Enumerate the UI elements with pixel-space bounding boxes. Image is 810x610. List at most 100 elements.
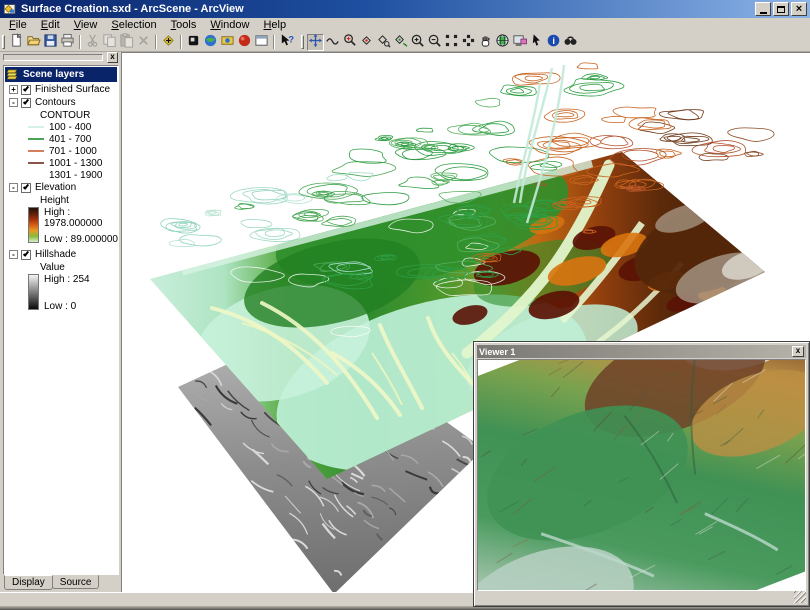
legend-class-row: 401 - 700 — [4, 133, 118, 145]
legend-class-row: 701 - 1000 — [4, 145, 118, 157]
ramp-labels: High : 1978.000000 Low : 89.000000 — [44, 207, 118, 245]
arccatalog-button[interactable] — [202, 34, 219, 51]
paste-button[interactable] — [118, 34, 135, 51]
save-button[interactable] — [42, 34, 59, 51]
identify-icon: i — [546, 33, 561, 51]
cut-button[interactable] — [84, 34, 101, 51]
layer-checkbox[interactable] — [21, 250, 31, 260]
delete-icon — [136, 33, 151, 51]
menu-selection[interactable]: Selection — [104, 19, 163, 32]
layer-label[interactable]: Hillshade — [35, 249, 76, 260]
zoom-to-target-button[interactable] — [375, 34, 392, 51]
paste-icon — [119, 33, 134, 51]
menu-tools[interactable]: Tools — [164, 19, 204, 32]
collapse-icon[interactable]: - — [9, 183, 18, 192]
legend-line-swatch — [28, 162, 44, 164]
fixed-zoom-out-button[interactable] — [426, 34, 443, 51]
tab-display[interactable]: Display — [4, 575, 53, 590]
ramp-low-label: Low : 89.000000 — [44, 234, 118, 245]
close-button[interactable]: × — [791, 2, 807, 16]
find-icon — [563, 33, 578, 51]
legend-class-label: 1301 - 1900 — [49, 170, 102, 181]
collapse-icon[interactable]: - — [9, 98, 18, 107]
toc-toolbar-strip[interactable] — [3, 54, 103, 61]
title-bar[interactable]: Surface Creation.sxd - ArcScene - ArcVie… — [0, 0, 810, 18]
zoom-to-selected-button[interactable] — [460, 34, 477, 51]
window-title: Surface Creation.sxd - ArcScene - ArcVie… — [21, 3, 753, 15]
toolbar-separator — [273, 35, 275, 49]
find-button[interactable] — [562, 34, 579, 51]
arctoolbox-button[interactable] — [236, 34, 253, 51]
identify-button[interactable]: i — [545, 34, 562, 51]
viewer-content[interactable] — [477, 359, 806, 591]
toc-close-button[interactable]: x — [107, 52, 118, 63]
globe-view-button[interactable] — [494, 34, 511, 51]
layer-checkbox[interactable] — [21, 183, 31, 193]
menu-edit[interactable]: Edit — [34, 19, 67, 32]
navigate-icon — [308, 33, 323, 51]
layer-field-label: CONTOUR — [4, 109, 118, 121]
color-ramp — [28, 207, 39, 243]
toc-dock: x Scene layers + Finished Surface - Contours… — [0, 52, 121, 592]
viewer-title-bar[interactable]: Viewer 1 x — [477, 345, 806, 358]
toolbar-grip[interactable] — [301, 35, 304, 49]
navigation-toolbar: i — [307, 34, 579, 51]
ramp-high-label: High : 254 — [44, 274, 90, 285]
copy-button[interactable] — [101, 34, 118, 51]
delete-button[interactable] — [135, 34, 152, 51]
legend-ramp-row: High : 1978.000000 Low : 89.000000 — [4, 207, 118, 247]
fly-button[interactable] — [324, 34, 341, 51]
menu-help[interactable]: Help — [256, 19, 293, 32]
viewer-map — [478, 360, 806, 590]
tab-source[interactable]: Source — [52, 575, 100, 589]
select-features-button[interactable] — [528, 34, 545, 51]
whats-this-button[interactable]: ? — [278, 34, 295, 51]
layer-label[interactable]: Contours — [35, 97, 76, 108]
command-line-button[interactable] — [253, 34, 270, 51]
navigate-button[interactable] — [307, 34, 324, 51]
full-extent-button[interactable] — [443, 34, 460, 51]
arcmap-button[interactable] — [219, 34, 236, 51]
legend-line-swatch — [28, 138, 44, 140]
ramp-high-label: High : 1978.000000 — [44, 207, 118, 229]
new-document-button[interactable] — [8, 34, 25, 51]
minimize-button[interactable] — [755, 2, 771, 16]
fixed-zoom-in-button[interactable] — [409, 34, 426, 51]
add-viewer-button[interactable] — [511, 34, 528, 51]
cut-icon — [85, 33, 100, 51]
toc-layer-finished-surface: + Finished Surface — [4, 83, 118, 96]
layer-label[interactable]: Elevation — [35, 182, 76, 193]
zoom-to-selected-icon — [461, 33, 476, 51]
legend-class-row: 100 - 400 — [4, 121, 118, 133]
viewer-close-button[interactable]: x — [792, 346, 804, 357]
open-folder-icon — [26, 33, 41, 51]
menu-view[interactable]: View — [67, 19, 105, 32]
set-observer-button[interactable] — [392, 34, 409, 51]
pan-button[interactable] — [477, 34, 494, 51]
layer-checkbox[interactable] — [21, 85, 31, 95]
add-data-icon — [161, 33, 176, 51]
open-folder-button[interactable] — [25, 34, 42, 51]
full-extent-icon — [444, 33, 459, 51]
layer-checkbox[interactable] — [21, 98, 31, 108]
toc-root-node[interactable]: Scene layers — [5, 67, 117, 82]
toolbar-separator — [155, 35, 157, 49]
toolbar-grip[interactable] — [2, 35, 5, 49]
collapse-icon[interactable]: - — [9, 250, 18, 259]
maximize-button[interactable] — [773, 2, 789, 16]
layer-label[interactable]: Finished Surface — [35, 84, 110, 95]
print-button[interactable] — [59, 34, 76, 51]
viewer-resize-grip[interactable] — [794, 591, 806, 603]
scene-properties-button[interactable] — [185, 34, 202, 51]
center-on-target-button[interactable] — [358, 34, 375, 51]
zoom-in-out-button[interactable] — [341, 34, 358, 51]
legend-class-label: 701 - 1000 — [49, 146, 97, 157]
expand-icon[interactable]: + — [9, 85, 18, 94]
menu-file[interactable]: File — [2, 19, 34, 32]
layer-field-label: Value — [4, 261, 118, 273]
close-icon: × — [796, 4, 802, 14]
menu-window[interactable]: Window — [203, 19, 256, 32]
layers-icon — [7, 69, 20, 80]
add-data-button[interactable] — [160, 34, 177, 51]
svg-text:i: i — [552, 36, 555, 46]
